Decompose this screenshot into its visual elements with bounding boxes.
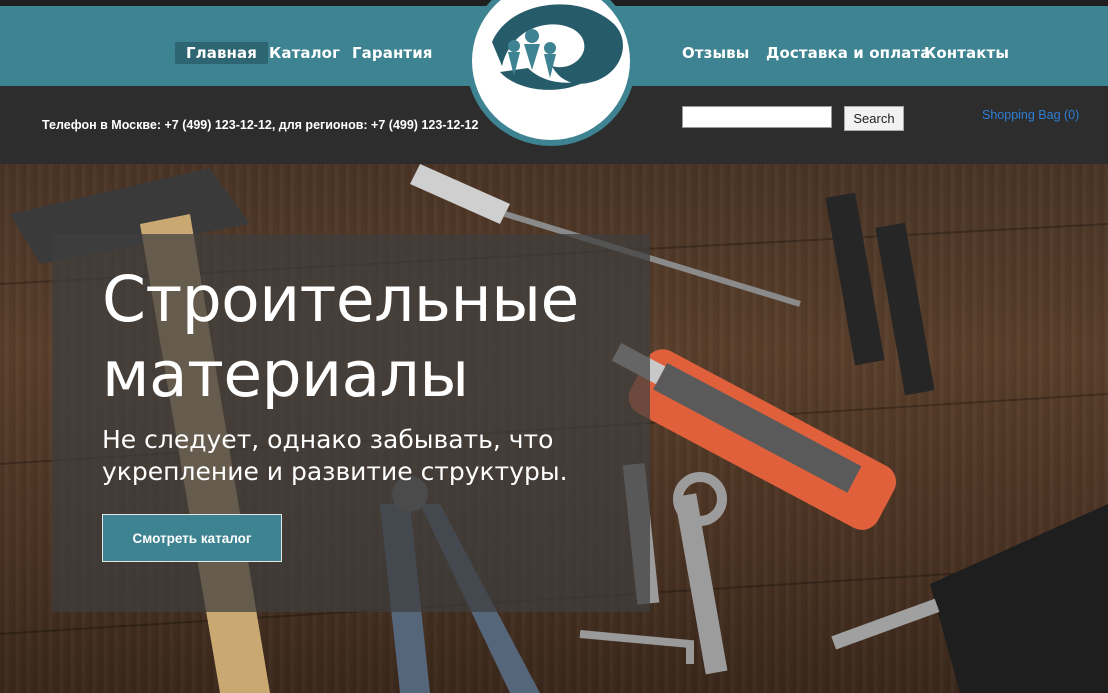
nav-reviews[interactable]: Отзывы bbox=[682, 42, 749, 64]
hero-subtitle: Не следует, однако забывать, что укрепле… bbox=[102, 425, 568, 486]
nav-home[interactable]: Главная bbox=[175, 42, 268, 64]
view-catalog-button[interactable]: Смотреть каталог bbox=[102, 514, 282, 562]
drill-icon bbox=[831, 504, 1108, 693]
search-input[interactable] bbox=[682, 106, 832, 128]
hero-banner: Строительные материалы Не следует, однак… bbox=[0, 164, 1108, 693]
nav-warranty[interactable]: Гарантия bbox=[352, 42, 433, 64]
logo-badge bbox=[472, 0, 630, 140]
hero-title: Строительные материалы bbox=[102, 263, 579, 411]
people-wave-logo-icon bbox=[492, 4, 623, 90]
nav-delivery[interactable]: Доставка и оплата bbox=[766, 42, 930, 64]
search-button[interactable]: Search bbox=[844, 106, 904, 131]
phone-numbers: Телефон в Москве: +7 (499) 123-12-12, дл… bbox=[42, 118, 479, 132]
site-logo[interactable] bbox=[466, 0, 636, 146]
nav-catalog[interactable]: Каталог bbox=[269, 42, 340, 64]
shopping-bag-link[interactable]: Shopping Bag (0) bbox=[982, 108, 1079, 122]
bit-holder-icon bbox=[825, 192, 885, 366]
nav-contacts[interactable]: Контакты bbox=[924, 42, 1009, 64]
